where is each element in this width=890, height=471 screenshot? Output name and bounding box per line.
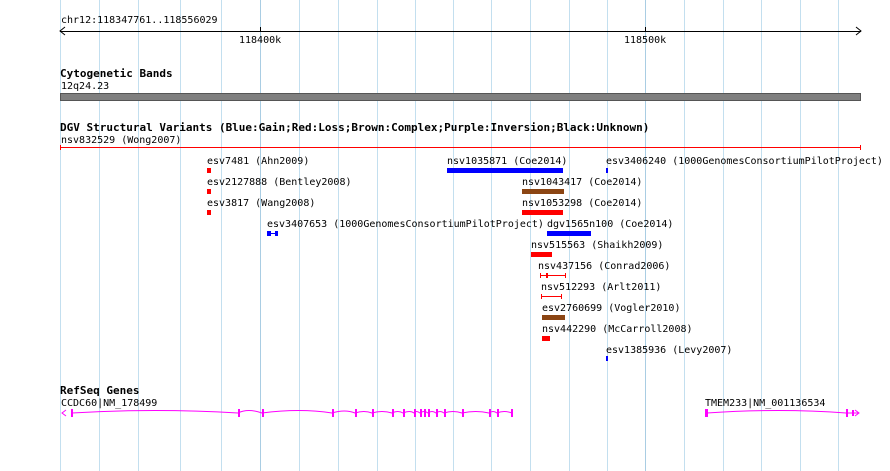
gene-model-ccdc60 xyxy=(61,409,513,417)
gene-model-tmem233 xyxy=(705,409,860,417)
genome-browser-view[interactable]: chr12:118347761..118556029 118400k 11850… xyxy=(0,0,890,471)
refseq-gene-models[interactable] xyxy=(0,0,890,471)
